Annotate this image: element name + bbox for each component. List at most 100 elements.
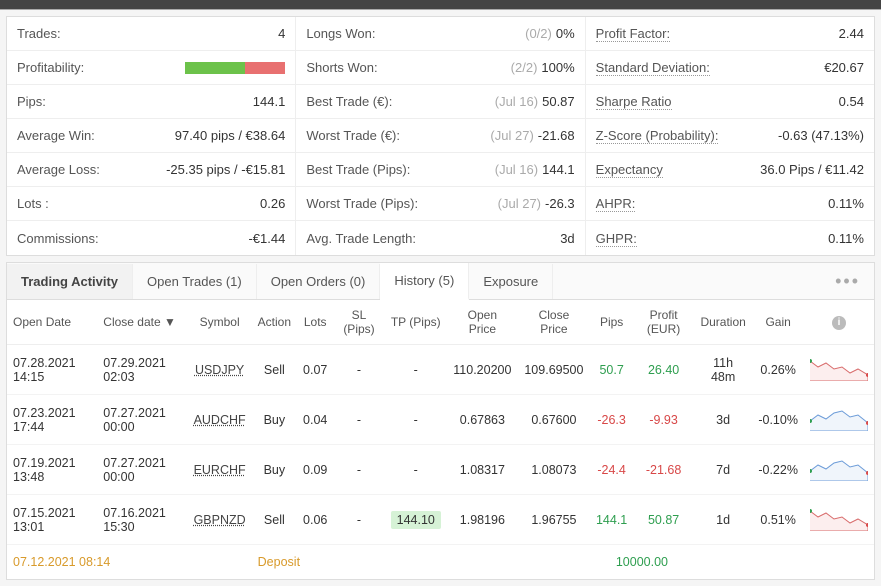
stats-col-1: Trades:4Profitability:Pips:144.1Average … bbox=[7, 17, 296, 255]
gain: 0.26% bbox=[752, 345, 804, 395]
tp: - bbox=[385, 345, 447, 395]
stat-label: Best Trade (€): bbox=[306, 94, 392, 109]
stat-label: Shorts Won: bbox=[306, 60, 377, 75]
stat-row: Pips:144.1 bbox=[7, 85, 295, 119]
col-header[interactable]: Open Price bbox=[447, 300, 518, 345]
col-header[interactable]: TP (Pips) bbox=[385, 300, 447, 345]
tp: - bbox=[385, 395, 447, 445]
stat-row: Trades:4 bbox=[7, 17, 295, 51]
top-bar bbox=[0, 0, 881, 10]
stat-label: Commissions: bbox=[17, 231, 99, 246]
stat-value: -25.35 pips / -€15.81 bbox=[166, 162, 285, 177]
sparkline bbox=[810, 355, 868, 381]
col-header[interactable]: Open Date bbox=[7, 300, 97, 345]
deposit-amount: 10000.00 bbox=[590, 545, 694, 580]
close-price: 1.96755 bbox=[518, 495, 590, 545]
symbol: USDJPY bbox=[188, 345, 252, 395]
col-header[interactable]: Symbol bbox=[188, 300, 252, 345]
stat-label[interactable]: AHPR: bbox=[596, 196, 636, 212]
tp: 144.10 bbox=[385, 495, 447, 545]
pips: 144.1 bbox=[590, 495, 633, 545]
stat-row: GHPR:0.11% bbox=[586, 221, 874, 255]
open-date: 07.19.2021 13:48 bbox=[7, 445, 97, 495]
stat-row: Avg. Trade Length:3d bbox=[296, 221, 584, 255]
col-header[interactable]: Close Price bbox=[518, 300, 590, 345]
stat-label: Best Trade (Pips): bbox=[306, 162, 410, 177]
col-header[interactable]: Action bbox=[252, 300, 297, 345]
stat-label: Profitability: bbox=[17, 60, 84, 75]
stat-label[interactable]: GHPR: bbox=[596, 231, 637, 247]
col-header[interactable]: Close date ▼ bbox=[97, 300, 187, 345]
trading-activity-panel: Trading Activity Open Trades (1)Open Ord… bbox=[6, 262, 875, 580]
stats-panel: Trades:4Profitability:Pips:144.1Average … bbox=[6, 16, 875, 256]
col-header[interactable]: Lots bbox=[297, 300, 333, 345]
duration: 11h 48m bbox=[694, 345, 752, 395]
sparkline bbox=[810, 505, 868, 531]
stat-label[interactable]: Expectancy bbox=[596, 162, 663, 178]
profit: 50.87 bbox=[633, 495, 694, 545]
symbol-link[interactable]: USDJPY bbox=[195, 363, 244, 377]
col-header[interactable]: SL (Pips) bbox=[333, 300, 384, 345]
col-header[interactable]: Profit (EUR) bbox=[633, 300, 694, 345]
close-price: 1.08073 bbox=[518, 445, 590, 495]
col-header[interactable]: Gain bbox=[752, 300, 804, 345]
stat-value: (Jul 27)-21.68 bbox=[490, 128, 574, 143]
sl: - bbox=[333, 345, 384, 395]
action: Sell bbox=[252, 495, 297, 545]
table-row: 07.19.2021 13:4807.27.2021 00:00EURCHFBu… bbox=[7, 445, 874, 495]
stat-value: 144.1 bbox=[253, 94, 286, 109]
stat-label[interactable]: Standard Deviation: bbox=[596, 60, 710, 76]
close-price: 0.67600 bbox=[518, 395, 590, 445]
lots: 0.09 bbox=[297, 445, 333, 495]
tab-open-trades-[interactable]: Open Trades (1) bbox=[133, 264, 257, 299]
tab-open-orders-[interactable]: Open Orders (0) bbox=[257, 264, 381, 299]
stat-row: Longs Won:(0/2)0% bbox=[296, 17, 584, 51]
open-date: 07.15.2021 13:01 bbox=[7, 495, 97, 545]
stat-label: Trades: bbox=[17, 26, 61, 41]
stat-value: (2/2)100% bbox=[511, 60, 575, 75]
more-menu-icon[interactable]: ••• bbox=[821, 271, 874, 292]
activity-title: Trading Activity bbox=[7, 264, 133, 299]
action: Buy bbox=[252, 395, 297, 445]
profit: -21.68 bbox=[633, 445, 694, 495]
stat-value: 2.44 bbox=[839, 26, 864, 41]
stat-label[interactable]: Sharpe Ratio bbox=[596, 94, 672, 110]
history-table: Open DateClose date ▼SymbolActionLotsSL … bbox=[7, 300, 874, 579]
symbol-link[interactable]: AUDCHF bbox=[194, 413, 246, 427]
gain: -0.10% bbox=[752, 395, 804, 445]
stat-value: €20.67 bbox=[824, 60, 864, 75]
gain: 0.51% bbox=[752, 495, 804, 545]
stats-col-2: Longs Won:(0/2)0% Shorts Won: (2/2)100% Bes… bbox=[296, 17, 585, 255]
stat-row: Z-Score (Probability):-0.63 (47.13%) bbox=[586, 119, 874, 153]
sl: - bbox=[333, 395, 384, 445]
col-header[interactable]: Pips bbox=[590, 300, 633, 345]
stat-label: Avg. Trade Length: bbox=[306, 231, 416, 246]
deposit-date: 07.12.2021 08:14 bbox=[7, 545, 252, 580]
open-price: 1.98196 bbox=[447, 495, 518, 545]
lots: 0.07 bbox=[297, 345, 333, 395]
close-date: 07.27.2021 00:00 bbox=[97, 445, 187, 495]
duration: 7d bbox=[694, 445, 752, 495]
tab-history-[interactable]: History (5) bbox=[380, 263, 469, 300]
open-price: 1.08317 bbox=[447, 445, 518, 495]
stat-label[interactable]: Profit Factor: bbox=[596, 26, 670, 42]
stat-value: 0.54 bbox=[839, 94, 864, 109]
info-icon[interactable]: i bbox=[832, 316, 846, 330]
sparkline-cell bbox=[804, 445, 874, 495]
tab-exposure[interactable]: Exposure bbox=[469, 264, 553, 299]
sparkline-cell bbox=[804, 395, 874, 445]
pips: -24.4 bbox=[590, 445, 633, 495]
symbol-link[interactable]: EURCHF bbox=[194, 463, 246, 477]
profit: -9.93 bbox=[633, 395, 694, 445]
close-date: 07.16.2021 15:30 bbox=[97, 495, 187, 545]
sl: - bbox=[333, 445, 384, 495]
col-header[interactable]: Duration bbox=[694, 300, 752, 345]
pips: -26.3 bbox=[590, 395, 633, 445]
sl: - bbox=[333, 495, 384, 545]
stat-label[interactable]: Z-Score (Probability): bbox=[596, 128, 719, 144]
stat-value: (Jul 27)-26.3 bbox=[498, 196, 575, 211]
sparkline bbox=[810, 455, 868, 481]
stat-value: (0/2)0% bbox=[525, 26, 575, 41]
duration: 3d bbox=[694, 395, 752, 445]
symbol: EURCHF bbox=[188, 445, 252, 495]
